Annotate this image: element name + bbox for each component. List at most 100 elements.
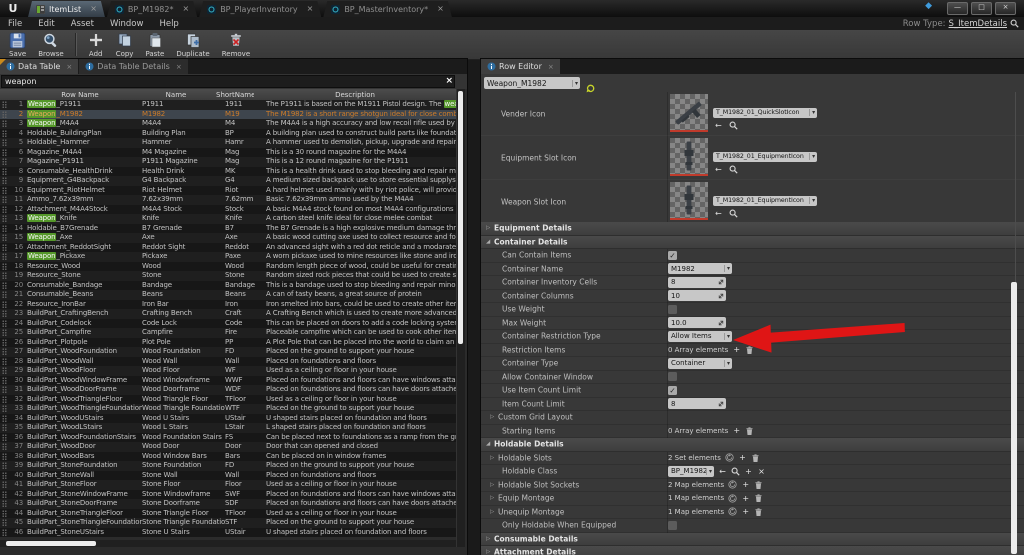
spinbox-container-columns[interactable]: 10: [668, 290, 726, 301]
spinbox-item-count-limit[interactable]: 8: [668, 398, 726, 409]
tab-row-editor[interactable]: Row Editor×: [481, 59, 560, 74]
table-row[interactable]: 34BuildPart_WoodUStairsWood U StairsUSta…: [0, 414, 456, 424]
menu-asset[interactable]: Asset: [63, 19, 102, 29]
row-drag-handle[interactable]: [0, 338, 8, 348]
search-icon[interactable]: [1010, 19, 1019, 28]
save-button[interactable]: Save: [3, 30, 32, 59]
row-drag-handle[interactable]: [0, 442, 8, 452]
row-drag-handle[interactable]: [0, 509, 8, 519]
refresh-icon[interactable]: [725, 453, 734, 463]
row-drag-handle[interactable]: [0, 328, 8, 338]
checkbox-allow-container-window[interactable]: [668, 372, 677, 381]
table-row[interactable]: 23BuildPart_CraftingBenchCrafting BenchC…: [0, 309, 456, 319]
row-drag-handle[interactable]: [0, 433, 8, 443]
table-row[interactable]: 9Equipment_G4BackpackG4 BackpackG4A medi…: [0, 176, 456, 186]
row-drag-handle[interactable]: [0, 499, 8, 509]
row-drag-handle[interactable]: [0, 138, 8, 148]
category-consumable-details[interactable]: ▷Consumable Details: [481, 533, 1024, 547]
property-holdable-class[interactable]: Holdable ClassBP_M1982▾←+×: [481, 465, 1024, 479]
window-tab-bp-playerinventory[interactable]: BP_PlayerInventory×: [199, 1, 321, 17]
duplicate-button[interactable]: Duplicate: [170, 30, 215, 59]
menu-file[interactable]: File: [0, 19, 30, 29]
expander-closed-icon[interactable]: ▷: [490, 482, 494, 488]
table-row[interactable]: 10Equipment_RiotHelmetRiot HelmetRiotA h…: [0, 186, 456, 196]
tab-close-icon[interactable]: ×: [548, 63, 554, 71]
column-header-row-name[interactable]: Row Name: [24, 91, 136, 99]
row-editor-scrollbar-thumb[interactable]: [1011, 282, 1017, 554]
expander-closed-icon[interactable]: ▷: [490, 509, 494, 515]
table-row[interactable]: 46BuildPart_StoneUStairsStone U StairsUS…: [0, 528, 456, 538]
row-drag-handle[interactable]: [0, 452, 8, 462]
table-row[interactable]: 16Attachment_ReddotSightReddot SightRedd…: [0, 243, 456, 253]
table-row[interactable]: 24BuildPart_CodelockCode LockCodeThis ca…: [0, 319, 456, 329]
remove-button[interactable]: Remove: [216, 30, 256, 59]
table-row[interactable]: 21Consumable_BeansBeansBeansA can of tas…: [0, 290, 456, 300]
table-row[interactable]: 4Holdable_BuildingPlanBuilding PlanBPA b…: [0, 129, 456, 139]
table-row[interactable]: 6Magazine_M4A4M4 MagazineMagThis is a 30…: [0, 148, 456, 158]
column-header-shortname[interactable]: ShortName: [216, 91, 254, 99]
expander-closed-icon[interactable]: ▷: [490, 455, 494, 461]
row-drag-handle[interactable]: [0, 290, 8, 300]
tab-data-table[interactable]: Data Table×: [0, 59, 78, 74]
property-use-weight[interactable]: Use Weight: [481, 303, 1024, 317]
row-drag-handle[interactable]: [0, 376, 8, 386]
window-tab-bp-m1982[interactable]: BP_M1982*×: [107, 1, 197, 17]
texture-thumbnail[interactable]: [670, 94, 708, 132]
expander-closed-icon[interactable]: ▷: [486, 225, 490, 231]
menu-window[interactable]: Window: [102, 19, 152, 29]
property-unequip-montage[interactable]: ▷Unequip Montage1 Map elements+: [481, 506, 1024, 520]
magnifier-icon[interactable]: [731, 466, 740, 476]
table-row[interactable]: 26BuildPart_PlotpolePlot PolePPA Plot Po…: [0, 338, 456, 348]
tab-close-icon[interactable]: ×: [437, 5, 444, 13]
table-row[interactable]: 7Magazine_P1911P1911 MagazineMagThis is …: [0, 157, 456, 167]
table-row[interactable]: 3Weapon_M4A4M4A4M4The M4A4 is a high acc…: [0, 119, 456, 129]
scrollbar-thumb[interactable]: [6, 541, 96, 546]
table-row[interactable]: 29BuildPart_WoodFloorWood FloorWFUsed as…: [0, 366, 456, 376]
table-row[interactable]: 8Consumable_HealthDrinkHealth DrinkMKThi…: [0, 167, 456, 177]
row-drag-handle[interactable]: [0, 157, 8, 167]
expander-closed-icon[interactable]: ▷: [490, 414, 494, 420]
row-drag-handle[interactable]: [0, 271, 8, 281]
add-button[interactable]: Add: [82, 30, 110, 59]
table-row[interactable]: 28BuildPart_WoodWallWood WallWallPlaced …: [0, 357, 456, 367]
table-row[interactable]: 45BuildPart_StoneTriangleFoundationStone…: [0, 518, 456, 528]
table-row[interactable]: 37BuildPart_WoodDoorWood DoorDoorDoor th…: [0, 442, 456, 452]
row-drag-handle[interactable]: [0, 214, 8, 224]
plus-icon[interactable]: +: [741, 493, 750, 503]
browse-to-asset-icon[interactable]: [729, 165, 738, 174]
table-row[interactable]: 13Weapon_KnifeKnifeKnifeA carbon steel k…: [0, 214, 456, 224]
table-row[interactable]: 12Attachment_M4A4StockM4A4 StockStockA b…: [0, 205, 456, 215]
category-equipment-details[interactable]: ▷Equipment Details: [481, 222, 1024, 236]
back-icon[interactable]: ←: [718, 466, 727, 476]
use-selected-asset-icon[interactable]: ←: [715, 122, 722, 130]
scrollbar-thumb[interactable]: [458, 91, 463, 344]
texture-thumbnail[interactable]: [670, 138, 708, 176]
table-row[interactable]: 17Weapon_PickaxePickaxePaxeA worn pickax…: [0, 252, 456, 262]
row-drag-handle[interactable]: [0, 233, 8, 243]
column-header-description[interactable]: Description: [254, 91, 456, 99]
row-drag-handle[interactable]: [0, 319, 8, 329]
menu-help[interactable]: Help: [151, 19, 186, 29]
property-use-item-count-limit[interactable]: Use Item Count Limit✓: [481, 384, 1024, 398]
checkbox-can-contain-items[interactable]: ✓: [668, 251, 677, 260]
row-drag-handle[interactable]: [0, 480, 8, 490]
expander-closed-icon[interactable]: ▷: [486, 549, 490, 555]
refresh-icon[interactable]: [728, 493, 737, 503]
property-holdable-slot-sockets[interactable]: ▷Holdable Slot Sockets2 Map elements+: [481, 479, 1024, 493]
expander-open-icon[interactable]: ◢: [486, 239, 490, 245]
table-row[interactable]: 35BuildPart_WoodLStairsWood L StairsLSta…: [0, 423, 456, 433]
row-drag-handle[interactable]: [0, 148, 8, 158]
row-drag-handle[interactable]: [0, 167, 8, 177]
row-drag-handle[interactable]: [0, 490, 8, 500]
asset-combo-weapon-slot-icon[interactable]: T_M1982_01_EquipmentIcon▾: [713, 196, 817, 206]
row-drag-handle[interactable]: [0, 366, 8, 376]
row-drag-handle[interactable]: [0, 262, 8, 272]
row-drag-handle[interactable]: [0, 205, 8, 215]
combo-container-restriction-type[interactable]: Allow Items▾: [668, 331, 732, 342]
refresh-icon[interactable]: [728, 507, 737, 517]
clear-icon[interactable]: ×: [757, 466, 766, 476]
table-row[interactable]: 40BuildPart_StoneWallStone WallWallPlace…: [0, 471, 456, 481]
row-drag-handle[interactable]: [0, 385, 8, 395]
property-holdable-slots[interactable]: ▷Holdable Slots2 Set elements+: [481, 452, 1024, 466]
trash-icon[interactable]: [754, 493, 763, 503]
